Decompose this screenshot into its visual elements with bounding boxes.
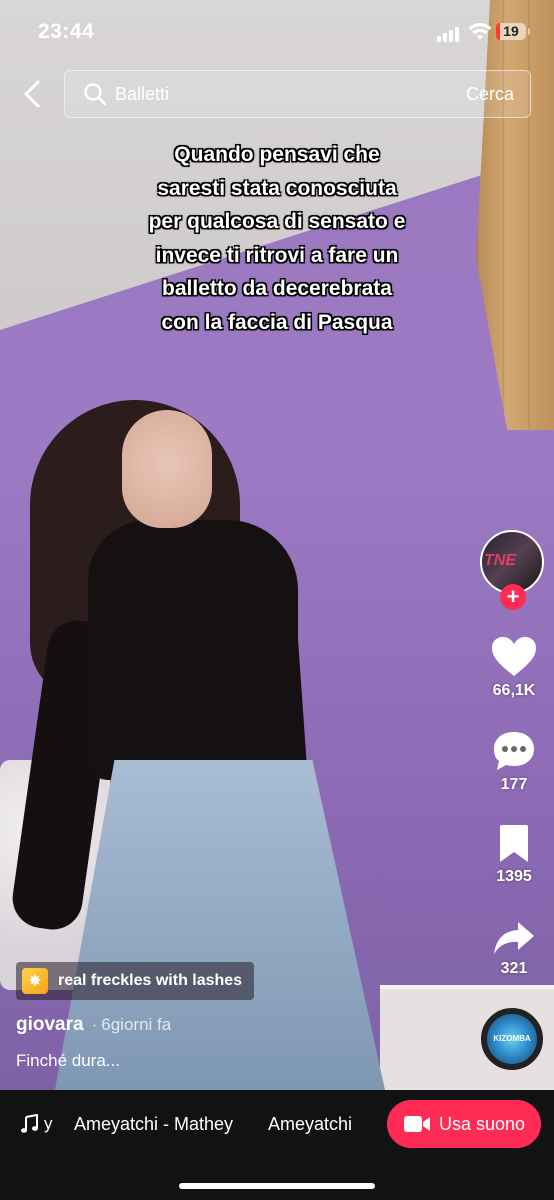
battery-level: 19 <box>503 23 519 39</box>
comment-count: 177 <box>500 776 528 793</box>
bookmark-icon <box>500 825 528 862</box>
follow-plus-button[interactable]: + <box>500 584 526 610</box>
share-arrow-icon <box>494 922 534 954</box>
battery-icon: 19 <box>496 23 530 40</box>
battery-nub <box>528 28 530 35</box>
share-button[interactable]: 321 <box>474 920 554 978</box>
use-sound-button[interactable]: Usa suono <box>387 1100 541 1148</box>
video-description[interactable]: Finché dura... <box>16 1051 120 1071</box>
video-person-torso <box>88 520 298 780</box>
comment-button[interactable]: 177 <box>474 730 554 794</box>
status-bar: 23:44 19 <box>0 0 554 62</box>
battery-low-indicator <box>496 23 500 40</box>
heart-icon <box>492 637 536 676</box>
status-time: 23:44 <box>38 20 95 43</box>
caption-line: saresti stata conosciuta <box>157 176 397 200</box>
music-disc[interactable]: KIZOMBA <box>481 1008 543 1070</box>
search-input[interactable]: Balletti Cerca <box>64 70 531 118</box>
avatar-text: TNE <box>484 552 516 569</box>
use-sound-label: Usa suono <box>438 1113 526 1134</box>
video-camera-icon <box>403 1116 430 1132</box>
wifi-icon <box>468 23 492 40</box>
bookmark-button[interactable]: 1395 <box>474 824 554 886</box>
author-line: giovara · 6giorni fa <box>16 1014 171 1036</box>
like-button[interactable]: 66,1K <box>474 636 554 700</box>
video-overlay-caption: Quando pensavi che saresti stata conosci… <box>90 138 464 339</box>
search-query: Balletti <box>115 84 170 104</box>
music-disc-text: KIZOMBA <box>493 1034 531 1043</box>
back-button[interactable] <box>18 78 48 110</box>
music-note-icon <box>21 1114 38 1133</box>
effect-label: real freckles with lashes <box>58 972 243 989</box>
caption-line: Quando pensavi che <box>174 143 380 166</box>
video-wood-panel <box>476 0 554 430</box>
sound-artist[interactable]: Ameyatchi <box>268 1114 352 1135</box>
post-time: 6giorni fa <box>101 1015 172 1034</box>
caption-line: balletto da decerebrata <box>162 277 392 300</box>
video-person-face <box>122 410 212 528</box>
sound-title[interactable]: Ameyatchi - Mathey <box>74 1114 233 1135</box>
caption-line: invece ti ritrovi a fare un <box>155 243 399 267</box>
caption-line: per qualcosa di sensato e <box>148 210 406 233</box>
bookmark-count: 1395 <box>496 868 532 885</box>
search-icon <box>84 83 107 106</box>
author-name[interactable]: giovara <box>16 1014 84 1035</box>
search-submit-button[interactable]: Cerca <box>466 84 514 105</box>
home-indicator[interactable] <box>179 1183 375 1189</box>
effect-tag[interactable]: ✸ real freckles with lashes <box>16 962 255 1000</box>
author-separator: · <box>91 1015 98 1034</box>
like-count: 66,1K <box>492 682 536 699</box>
sparkle-icon: ✸ <box>22 968 48 994</box>
cellular-signal-icon <box>437 26 463 42</box>
caption-line: con la faccia di Pasqua <box>161 310 393 334</box>
share-count: 321 <box>500 960 528 977</box>
sound-prefix: y <box>44 1114 53 1133</box>
comment-icon <box>494 732 534 770</box>
